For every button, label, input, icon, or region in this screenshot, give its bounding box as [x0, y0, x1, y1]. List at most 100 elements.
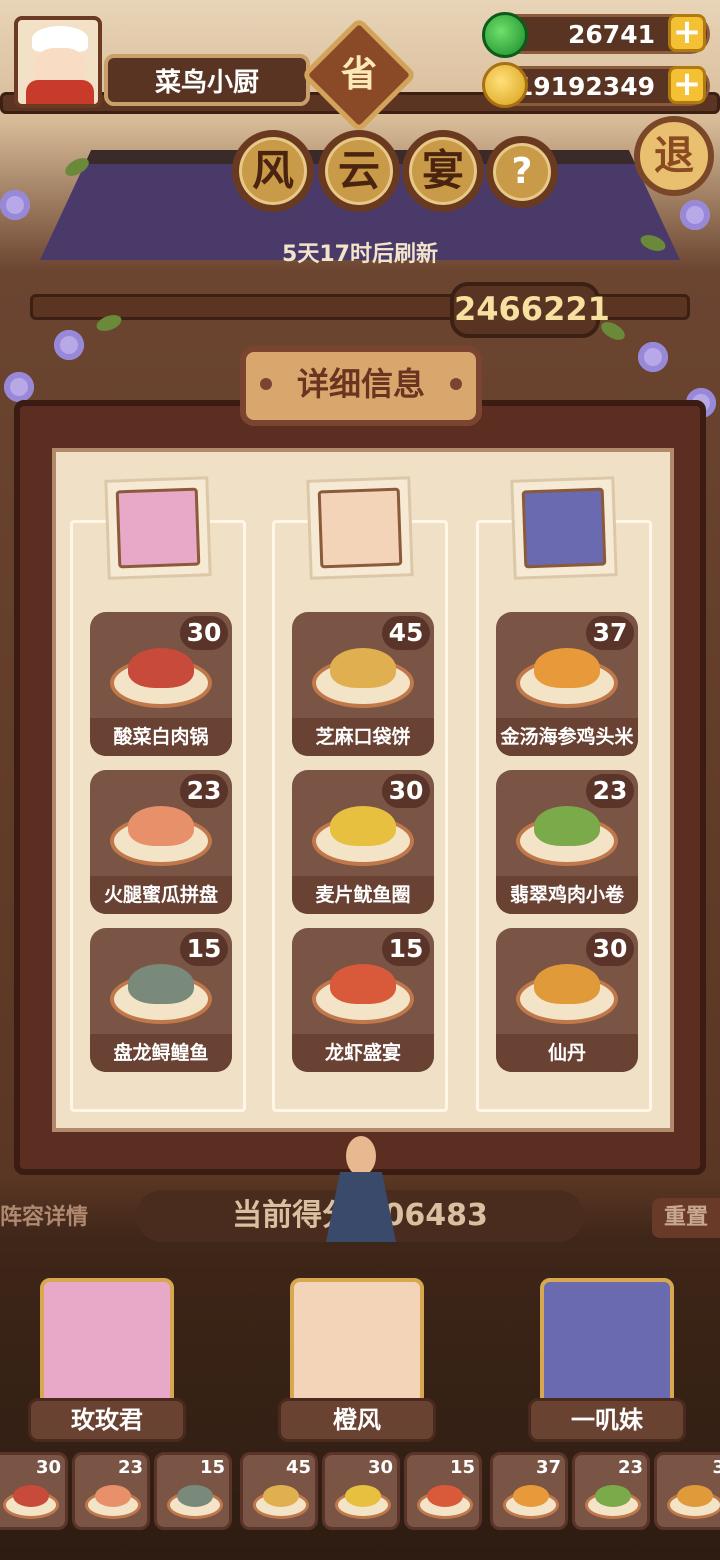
chef-portrait[interactable]	[306, 476, 414, 580]
mini-dish-slot[interactable]: 3	[654, 1452, 720, 1530]
event-title-char-3: 宴	[402, 130, 484, 212]
flower-icon	[638, 342, 668, 372]
dish-count: 23	[586, 774, 634, 808]
event-title-char-1: 风	[232, 130, 314, 212]
mini-dish-slot[interactable]: 15	[154, 1452, 232, 1530]
lineup-chef-name: 一叽妹	[528, 1398, 686, 1442]
chef-portrait-face	[115, 487, 201, 569]
dish-count: 37	[586, 616, 634, 650]
mini-dish-slot[interactable]: 30	[322, 1452, 400, 1530]
province-badge[interactable]: 省	[301, 17, 417, 133]
chef-portrait[interactable]	[104, 476, 212, 580]
dish-name: 火腿蜜瓜拼盘	[90, 876, 232, 914]
add-jade-button[interactable]: +	[668, 14, 706, 52]
mini-dish-slot[interactable]: 23	[572, 1452, 650, 1530]
tassel-fringe	[326, 1172, 396, 1242]
dish-image	[330, 964, 396, 1004]
exit-button[interactable]: 退	[634, 116, 714, 196]
dish-image	[330, 806, 396, 846]
dish-name: 翡翠鸡肉小卷	[496, 876, 638, 914]
flower-icon	[680, 200, 710, 230]
dish-count: 15	[180, 932, 228, 966]
dish-card[interactable]: 15 盘龙鲟鳇鱼	[90, 928, 232, 1072]
mini-dish-count: 30	[367, 1457, 393, 1478]
dish-name: 龙虾盛宴	[292, 1034, 434, 1072]
detail-header-label: 详细信息	[296, 365, 425, 403]
lineup-chef-name: 玫玫君	[28, 1398, 186, 1442]
dish-card[interactable]: 15 龙虾盛宴	[292, 928, 434, 1072]
reset-button[interactable]: 重置	[652, 1198, 720, 1238]
dish-image	[330, 648, 396, 688]
lineup-chef-name: 橙风	[278, 1398, 436, 1442]
coin-value: 19192349	[515, 71, 655, 101]
dish-name: 芝麻口袋饼	[292, 718, 434, 756]
tassel-knot	[346, 1136, 376, 1176]
mini-dish-slot[interactable]: 23	[72, 1452, 150, 1530]
mini-dish-image	[513, 1485, 549, 1507]
mini-dish-slot[interactable]: 15	[404, 1452, 482, 1530]
mini-dish-count: 23	[117, 1457, 143, 1478]
province-badge-label: 省	[340, 54, 377, 95]
dish-name: 金汤海参鸡头米	[496, 718, 638, 756]
mini-dish-count: 37	[535, 1457, 561, 1478]
dish-card[interactable]: 30 酸菜白肉锅	[90, 612, 232, 756]
mini-dish-count: 15	[199, 1457, 225, 1478]
chef-portrait-face	[317, 487, 403, 569]
avatar-body	[26, 80, 94, 104]
dish-image	[534, 964, 600, 1004]
mini-dish-slot[interactable]: 30	[0, 1452, 68, 1530]
detail-header: 详细信息	[240, 346, 482, 426]
dish-card[interactable]: 37 金汤海参鸡头米	[496, 612, 638, 756]
add-coin-button[interactable]: +	[668, 66, 706, 104]
chef-portrait-face	[521, 487, 607, 569]
dish-image	[128, 806, 194, 846]
dish-card[interactable]: 23 翡翠鸡肉小卷	[496, 770, 638, 914]
flower-icon	[0, 190, 30, 220]
mini-dish-slot[interactable]: 37	[490, 1452, 568, 1530]
mini-dish-count: 45	[285, 1457, 311, 1478]
mini-dish-count: 23	[617, 1457, 643, 1478]
dish-card[interactable]: 30 仙丹	[496, 928, 638, 1072]
header-dot	[260, 378, 272, 390]
mini-dish-image	[427, 1485, 463, 1507]
lineup-details-button[interactable]: 阵容详情	[0, 1198, 88, 1238]
dish-count: 23	[180, 774, 228, 808]
jade-icon	[482, 12, 528, 58]
dish-card[interactable]: 45 芝麻口袋饼	[292, 612, 434, 756]
help-button[interactable]: ?	[486, 136, 558, 208]
lineup-chef-card[interactable]	[540, 1278, 674, 1408]
dish-image	[534, 648, 600, 688]
mini-dish-count: 30	[35, 1457, 61, 1478]
flower-icon	[4, 372, 34, 402]
refresh-countdown: 5天17时后刷新	[282, 242, 438, 267]
chef-portrait[interactable]	[510, 476, 618, 580]
dish-count: 45	[382, 616, 430, 650]
mini-dish-count: 3	[712, 1457, 720, 1478]
event-title-char-2: 云	[318, 130, 400, 212]
mini-dish-image	[345, 1485, 381, 1507]
header-dot	[450, 378, 462, 390]
player-avatar[interactable]	[14, 16, 102, 108]
dish-image	[534, 806, 600, 846]
dish-count: 30	[382, 774, 430, 808]
dish-image	[128, 648, 194, 688]
lineup-chef-card[interactable]	[290, 1278, 424, 1408]
dish-name: 盘龙鲟鳇鱼	[90, 1034, 232, 1072]
player-name: 菜鸟小厨	[104, 54, 310, 106]
mini-dish-slot[interactable]: 45	[240, 1452, 318, 1530]
dish-card[interactable]: 23 火腿蜜瓜拼盘	[90, 770, 232, 914]
mini-dish-image	[95, 1485, 131, 1507]
mini-dish-count: 15	[449, 1457, 475, 1478]
mini-dish-image	[263, 1485, 299, 1507]
dish-name: 仙丹	[496, 1034, 638, 1072]
dish-card[interactable]: 30 麦片鱿鱼圈	[292, 770, 434, 914]
lineup-chef-card[interactable]	[40, 1278, 174, 1408]
mini-dish-image	[677, 1485, 713, 1507]
tassel-ornament	[322, 1136, 400, 1246]
dish-name: 麦片鱿鱼圈	[292, 876, 434, 914]
game-scene: 菜鸟小厨 省 26741 + 19192349 + 退 风 云 宴 ? 5天17…	[0, 0, 720, 1560]
dish-count: 30	[180, 616, 228, 650]
top-score: 2466221	[450, 282, 610, 338]
coin-icon	[482, 62, 528, 108]
dish-count: 15	[382, 932, 430, 966]
